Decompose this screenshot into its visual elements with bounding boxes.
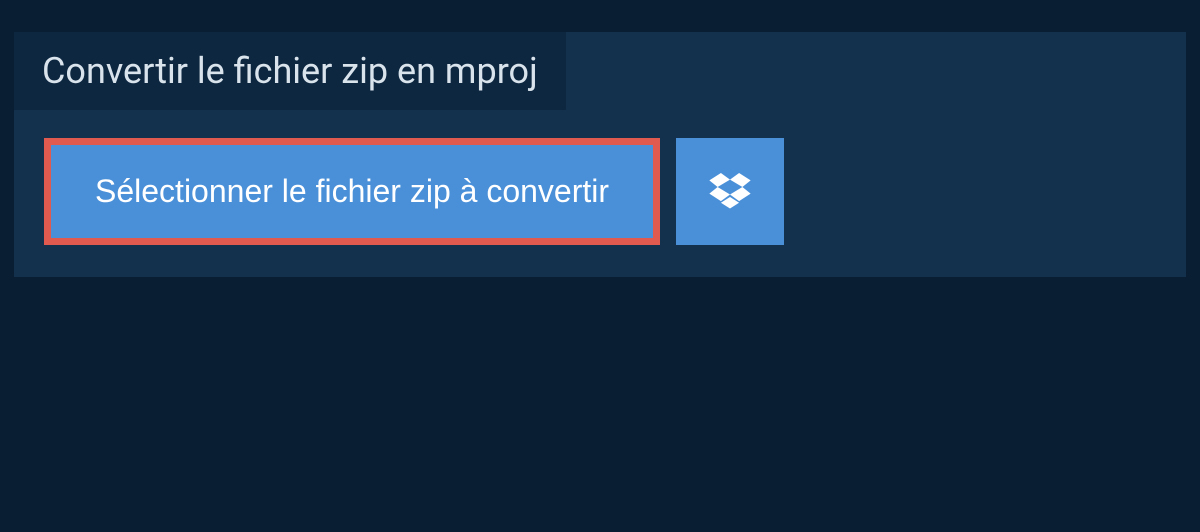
select-file-label: Sélectionner le fichier zip à convertir — [95, 173, 609, 210]
page-title: Convertir le fichier zip en mproj — [42, 50, 538, 92]
main-panel: Convertir le fichier zip en mproj Sélect… — [14, 32, 1186, 277]
title-bar: Convertir le fichier zip en mproj — [14, 32, 566, 110]
dropbox-button[interactable] — [676, 138, 784, 245]
button-row: Sélectionner le fichier zip à convertir — [14, 110, 1186, 245]
dropbox-icon — [709, 173, 751, 211]
select-file-button[interactable]: Sélectionner le fichier zip à convertir — [44, 138, 660, 245]
